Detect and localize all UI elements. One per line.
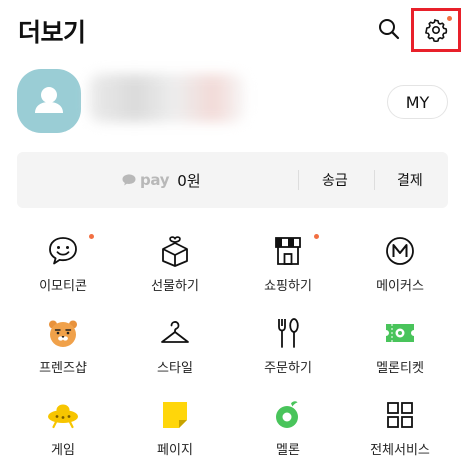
person-icon bbox=[35, 87, 63, 113]
grid-item-label: 프렌즈샵 bbox=[39, 361, 87, 376]
grid-item-melon-ticket[interactable]: 멜론티켓 bbox=[350, 316, 450, 376]
grid-item-label: 선물하기 bbox=[151, 279, 199, 294]
gift-icon bbox=[158, 234, 192, 268]
grid-item-order[interactable]: 주문하기 bbox=[238, 316, 338, 376]
transfer-button[interactable]: 송금 bbox=[322, 152, 348, 208]
search-icon bbox=[379, 19, 400, 40]
grid-item-all-services[interactable]: 전체서비스 bbox=[350, 398, 450, 458]
page-title: 더보기 bbox=[18, 18, 86, 47]
grid-item-label: 게임 bbox=[51, 443, 75, 458]
grid-item-shopping[interactable]: 쇼핑하기 bbox=[238, 234, 338, 294]
hanger-icon bbox=[158, 316, 192, 350]
chat-bubble-icon bbox=[122, 174, 136, 186]
grid-item-label: 이모티콘 bbox=[39, 279, 87, 294]
pay-balance[interactable]: pay 0원 bbox=[122, 152, 201, 208]
pay-bar: pay 0원 송금 결제 bbox=[17, 152, 448, 208]
grid-item-label: 주문하기 bbox=[264, 361, 312, 376]
grid-item-page[interactable]: 페이지 bbox=[125, 398, 225, 458]
grid-item-game[interactable]: 게임 bbox=[13, 398, 113, 458]
fork-knife-icon bbox=[271, 316, 305, 350]
profile-name-blurred bbox=[89, 74, 245, 122]
grid-item-label: 스타일 bbox=[157, 361, 193, 376]
page-icon bbox=[158, 398, 192, 432]
grid-item-emoticon[interactable]: 이모티콘 bbox=[13, 234, 113, 294]
grid-item-label: 쇼핑하기 bbox=[264, 279, 312, 294]
grid-item-label: 전체서비스 bbox=[370, 443, 430, 458]
pay-amount: 0원 bbox=[177, 171, 201, 190]
divider bbox=[374, 170, 375, 190]
grid-item-gift[interactable]: 선물하기 bbox=[125, 234, 225, 294]
grid-item-friends-shop[interactable]: 프렌즈샵 bbox=[13, 316, 113, 376]
ufo-icon bbox=[46, 398, 80, 432]
search-button[interactable] bbox=[374, 14, 404, 44]
grid-item-makers[interactable]: 메이커스 bbox=[350, 234, 450, 294]
gear-icon bbox=[425, 19, 448, 42]
divider bbox=[298, 170, 299, 190]
new-badge bbox=[89, 234, 94, 239]
pay-logo: pay bbox=[140, 171, 170, 189]
avatar[interactable] bbox=[17, 69, 81, 133]
grid-item-label: 페이지 bbox=[157, 443, 193, 458]
payment-button[interactable]: 결제 bbox=[397, 152, 423, 208]
makers-icon bbox=[383, 234, 417, 268]
grid-item-style[interactable]: 스타일 bbox=[125, 316, 225, 376]
grid-item-label: 메이커스 bbox=[376, 279, 424, 294]
grid-item-melon[interactable]: 멜론 bbox=[238, 398, 338, 458]
settings-notification-dot bbox=[447, 16, 452, 21]
melon-icon bbox=[271, 398, 305, 432]
shop-icon bbox=[271, 234, 305, 268]
grid-item-label: 멜론티켓 bbox=[376, 361, 424, 376]
grid-item-label: 멜론 bbox=[276, 443, 300, 458]
more-screen: 더보기 MY pay 0원 송금 결제 이모티콘 선물하기 쇼핑하기 메이커스 … bbox=[0, 0, 466, 468]
new-badge bbox=[314, 234, 319, 239]
ryan-icon bbox=[46, 316, 80, 350]
grid-icon bbox=[383, 398, 417, 432]
ticket-icon bbox=[383, 316, 417, 350]
smiley-icon bbox=[46, 234, 80, 268]
my-button[interactable]: MY bbox=[387, 85, 448, 119]
settings-button[interactable] bbox=[411, 8, 461, 52]
